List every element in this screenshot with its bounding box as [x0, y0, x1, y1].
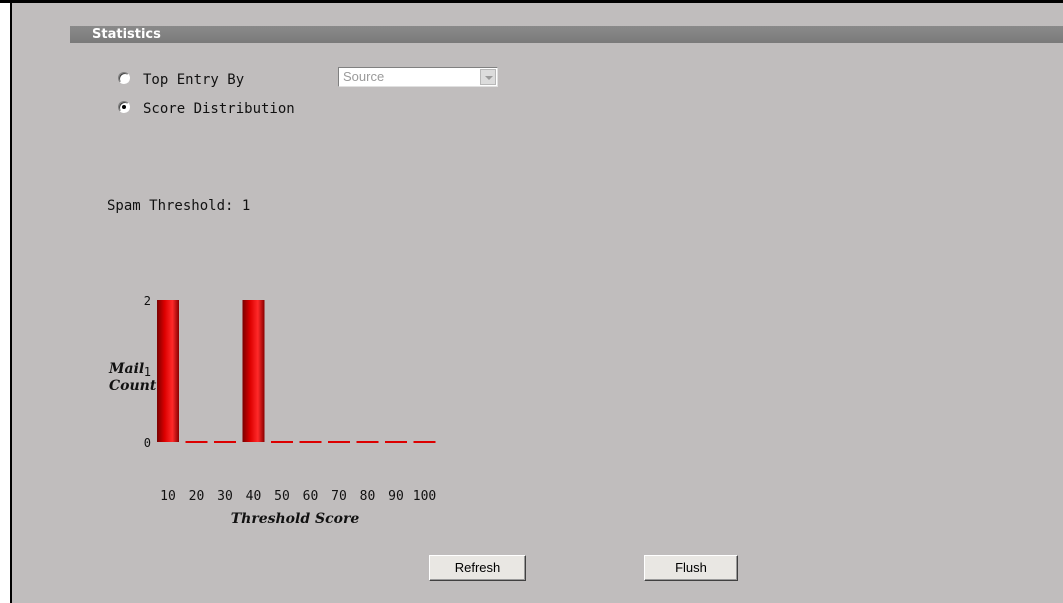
x-tick-label: 20	[189, 489, 205, 504]
y-tick-label: 0	[144, 436, 151, 450]
x-tick-label: 90	[388, 489, 404, 504]
y-axis-label: Mail	[108, 361, 144, 377]
x-tick-label: 50	[274, 489, 290, 504]
chart-bar-20	[185, 441, 208, 443]
chart-bar-100	[413, 441, 436, 443]
chart-bar-70	[328, 441, 350, 443]
x-tick-label: 70	[331, 489, 347, 504]
chart-bar-40	[242, 300, 265, 442]
score-distribution-chart: 10 20 30 40 50 60 70 80 90 100 0 1 2 MailCount Thresho…	[108, 294, 436, 527]
y-tick-label: 2	[144, 294, 151, 308]
x-tick-label: 40	[246, 489, 262, 504]
x-tick-label: 80	[360, 489, 376, 504]
refresh-button[interactable]: Refresh	[429, 555, 526, 581]
x-tick-label: 100	[413, 489, 436, 504]
y-tick-label: 1	[144, 365, 151, 379]
chart-bar-50	[271, 441, 293, 443]
chart-bar-90	[385, 441, 407, 443]
x-tick-label: 10	[160, 489, 176, 504]
chart-bar-80	[356, 441, 379, 443]
chart-bar-60	[299, 441, 322, 443]
x-tick-label: 30	[217, 489, 233, 504]
x-axis-label: Threshold Score	[231, 511, 360, 527]
chart-bar-30	[214, 441, 236, 443]
chart-bar-10	[157, 300, 179, 442]
flush-button[interactable]: Flush	[644, 555, 738, 581]
x-tick-label: 60	[303, 489, 319, 504]
statistics-window: Statistics Top Entry By Score Distributi…	[0, 0, 1063, 603]
y-axis-label: Count	[109, 378, 157, 394]
